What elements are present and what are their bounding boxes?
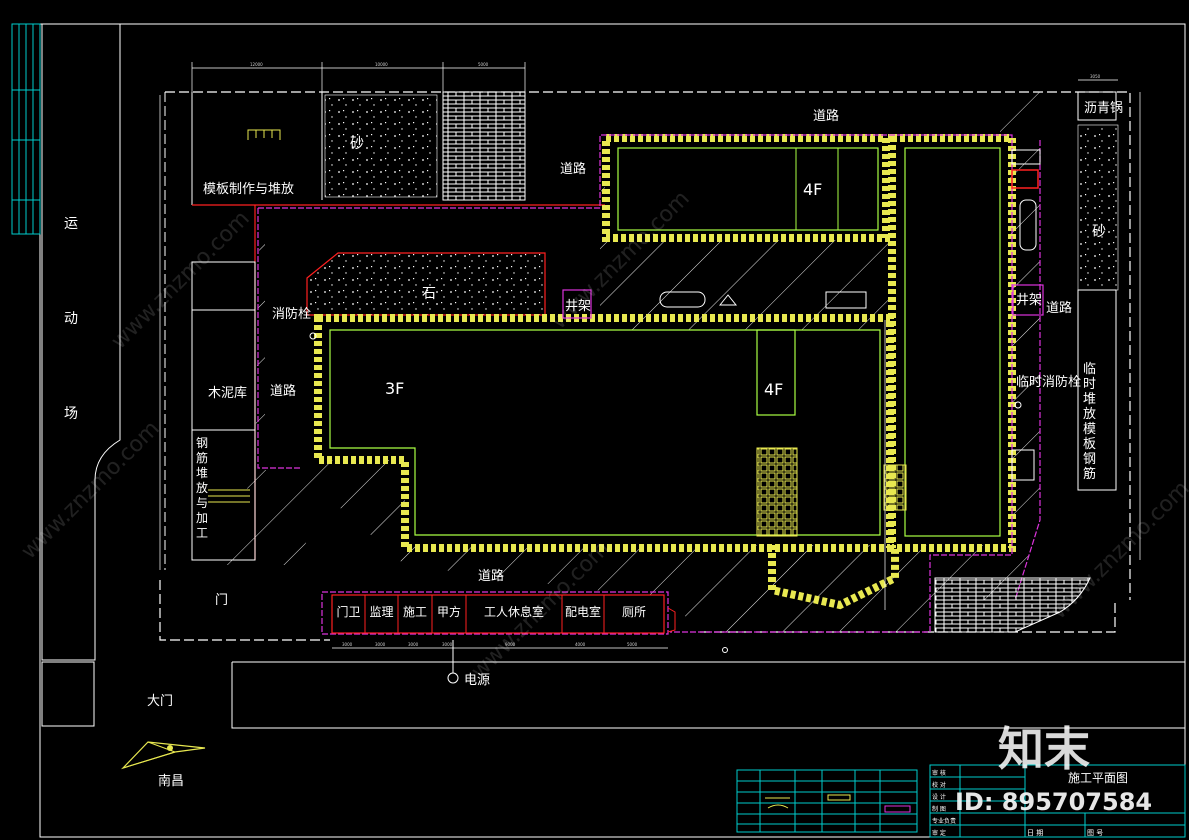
- label-temp-storage: 临时堆放模板钢筋: [1083, 362, 1096, 482]
- label-sand-north: 砂: [350, 136, 364, 152]
- shed-label: 配电室: [565, 604, 601, 619]
- rebar-yard-char: 筋: [196, 450, 208, 465]
- svg-text:www.znzmo.com: www.znzmo.com: [17, 416, 165, 564]
- rebar-yard-char: 堆: [196, 466, 208, 480]
- tb-row-4: 专业负责: [932, 817, 956, 825]
- label-hoist-east: 井架: [1016, 293, 1042, 308]
- label-cement-store: 木泥库: [208, 385, 247, 401]
- svg-text:3050: 3050: [1090, 74, 1101, 79]
- label-building-4f-north: 4F: [803, 180, 822, 199]
- label-stone-yard: 石: [422, 286, 436, 302]
- stone-yard: [306, 252, 546, 316]
- temp-storage-char: 钢: [1083, 452, 1096, 467]
- label-hydrant: 消防栓: [272, 306, 311, 322]
- tb-number-label: 图 号: [1087, 829, 1103, 837]
- watermark-id: ID: 895707584: [955, 788, 1152, 816]
- rebar-yard-char: 与: [196, 496, 208, 510]
- tb-date-label: 日 期: [1027, 829, 1043, 837]
- temp-storage-char: 临: [1083, 362, 1096, 377]
- watermark-brand: 知末: [998, 722, 1090, 776]
- label-asphalt-pot: 沥青锅: [1084, 100, 1123, 116]
- tb-row-2: 设 计: [932, 793, 946, 801]
- main-gate-post: [41, 661, 95, 727]
- tb-row-5: 审 定: [932, 829, 946, 837]
- label-nanchang: 南昌: [158, 773, 184, 789]
- east-sand-yard: [1077, 124, 1119, 291]
- label-sand-east: 砂: [1092, 224, 1106, 240]
- shed-label: 甲方: [437, 604, 461, 619]
- temp-storage-char: 筋: [1083, 466, 1096, 482]
- svg-text:5000: 5000: [627, 642, 638, 647]
- tb-row-1: 校 对: [932, 781, 946, 789]
- shed-labels: 门卫 监理 施工 甲方 工人休息室 配电室 厕所: [336, 604, 646, 619]
- sports-ground-char: 场: [64, 406, 78, 422]
- label-formwork-yard: 模板制作与堆放: [203, 182, 294, 197]
- temp-storage-char: 时: [1083, 377, 1096, 392]
- temp-storage-char: 堆: [1083, 392, 1096, 407]
- shed-label: 厕所: [622, 605, 646, 619]
- rebar-yard-char: 钢: [196, 436, 208, 450]
- svg-text:5000: 5000: [478, 62, 489, 67]
- label-road-north: 道路: [813, 108, 839, 124]
- legend-table: [736, 769, 918, 833]
- label-rebar-yard: 钢筋堆放与加工: [196, 436, 208, 540]
- svg-text:3000: 3000: [375, 642, 386, 647]
- temp-storage-char: 放: [1083, 407, 1096, 422]
- label-gate-small: 门: [215, 593, 228, 608]
- svg-text:3000: 3000: [342, 642, 353, 647]
- rebar-yard-char: 加: [196, 511, 208, 525]
- label-main-gate: 大门: [147, 694, 173, 709]
- north-arrow: [120, 741, 206, 770]
- rebar-yard-char: 工: [196, 526, 208, 540]
- label-building-4f-core: 4F: [764, 380, 783, 399]
- svg-text:www.znzmo.com: www.znzmo.com: [1047, 476, 1189, 624]
- svg-text:3000: 3000: [442, 642, 453, 647]
- temp-storage-char: 板: [1083, 437, 1096, 452]
- tb-row-0: 审 核: [932, 769, 946, 777]
- label-road-west: 道路: [270, 383, 296, 399]
- label-building-3f: 3F: [385, 379, 404, 398]
- street: [231, 661, 1185, 729]
- sports-ground-boundary: [41, 24, 121, 661]
- shed-label: 门卫: [336, 604, 360, 619]
- label-road-east: 道路: [1046, 300, 1072, 316]
- stair-scaffold: [756, 447, 798, 537]
- svg-text:12000: 12000: [250, 62, 263, 67]
- shed-label: 监理: [369, 605, 393, 619]
- power-source-marker: [447, 672, 459, 684]
- svg-text:www.znzmo.com: www.znzmo.com: [107, 206, 255, 354]
- label-temp-hydrant: 临时消防栓: [1016, 374, 1081, 390]
- site-plan-drawing: 12000 10000 5000 3050 3000 3000 3000 300…: [11, 23, 1189, 838]
- temp-storage-char: 模: [1083, 422, 1096, 437]
- svg-text:4000: 4000: [575, 642, 586, 647]
- rebar-yard-char: 放: [196, 480, 208, 495]
- revision-strip: [11, 23, 41, 235]
- sports-ground-char: 动: [64, 311, 78, 327]
- label-sports-ground: 运动场: [64, 216, 78, 422]
- sports-ground-char: 运: [64, 216, 78, 232]
- label-road-ne: 道路: [560, 161, 586, 177]
- svg-text:10000: 10000: [375, 62, 388, 67]
- shed-label: 施工: [403, 605, 427, 619]
- svg-text:3000: 3000: [408, 642, 419, 647]
- tb-row-3: 制 图: [932, 805, 946, 813]
- label-road-south: 道路: [478, 568, 504, 584]
